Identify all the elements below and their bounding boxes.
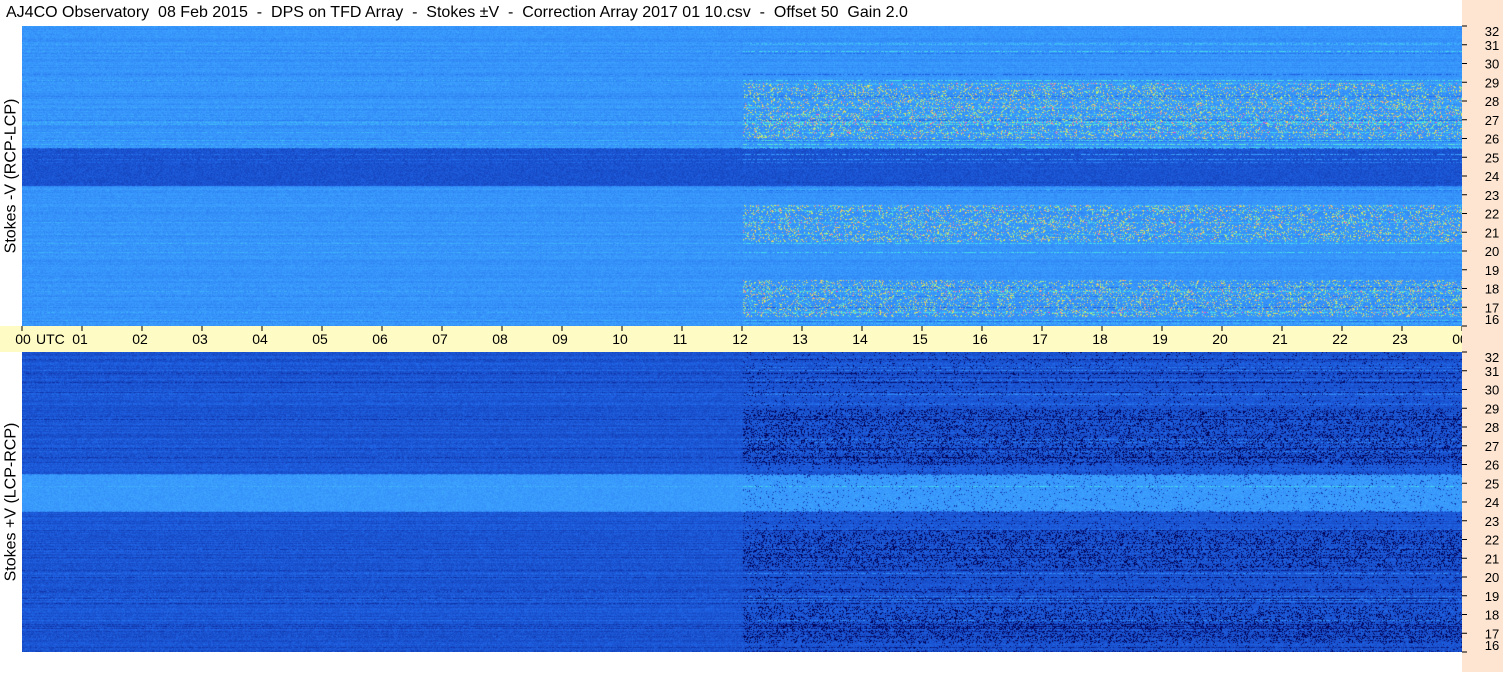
freq-tick-label: 24 [1485, 495, 1499, 510]
time-tick-label: 20 [1212, 331, 1228, 347]
time-tick-label: 04 [252, 331, 268, 347]
freq-tick-label: 17 [1485, 626, 1499, 641]
time-tick-label: 22 [1332, 331, 1348, 347]
freq-tick-label: 21 [1485, 225, 1499, 240]
freq-tick-label: 28 [1485, 94, 1499, 109]
time-tick-label: 15 [912, 331, 928, 347]
time-tick-label: 10 [612, 331, 628, 347]
freq-tick-label: 27 [1485, 113, 1499, 128]
spectrogram-stokes-minus-v [22, 26, 1462, 326]
freq-tick-label: 23 [1485, 188, 1499, 203]
time-tick-label: 12 [732, 331, 748, 347]
freq-tick-label: 19 [1485, 589, 1499, 604]
freq-tick-label: 21 [1485, 551, 1499, 566]
chart-title: AJ4CO Observatory 08 Feb 2015 - DPS on T… [6, 4, 908, 21]
freq-tick-label: 17 [1485, 300, 1499, 315]
freq-tick-label: 23 [1485, 514, 1499, 529]
freq-tick-label: 20 [1485, 244, 1499, 259]
y-axis-label-bottom-text: Stokes +V (LCP-RCP) [2, 422, 19, 582]
freq-tick-label: 27 [1485, 439, 1499, 454]
time-tick-label: 02 [132, 331, 148, 347]
frequency-axis-ticks: 1617181920212223242526272829303132161718… [1462, 24, 1499, 653]
time-axis: 00 01 02 03 04 05 06 07 08 09 10 11 12 13 14 15 16 17 18 19… [0, 326, 1503, 352]
freq-tick-label: 22 [1485, 533, 1499, 548]
time-tick-label: 00 [15, 331, 31, 347]
freq-tick-label: 20 [1485, 570, 1499, 585]
time-tick-label: 13 [792, 331, 808, 347]
freq-tick-label: 18 [1485, 282, 1499, 297]
freq-tick-label: 25 [1485, 476, 1499, 491]
time-tick-label: 23 [1392, 331, 1408, 347]
time-tick-label: 16 [972, 331, 988, 347]
freq-tick-label: 31 [1485, 38, 1499, 53]
time-tick-label: 03 [192, 331, 208, 347]
freq-tick-label: 28 [1485, 420, 1499, 435]
time-tick-label: 07 [432, 331, 448, 347]
freq-tick-label: 26 [1485, 132, 1499, 147]
frequency-axis: 16 17 18 19 20 21 22 23 24 25 26 27 28 29 30 31 32 16 17 18… [1462, 0, 1503, 672]
freq-tick-label: 18 [1485, 608, 1499, 623]
spectrogram-stokes-plus-v [22, 352, 1462, 652]
freq-tick-label: 26 [1485, 458, 1499, 473]
freq-tick-label: 31 [1485, 364, 1499, 379]
time-tick-label: 05 [312, 331, 328, 347]
freq-tick-label: 29 [1485, 401, 1499, 416]
time-tick-label: 08 [492, 331, 508, 347]
freq-tick-label: 30 [1485, 383, 1499, 398]
freq-tick-label: 32 [1485, 350, 1499, 365]
time-tick-label: 01 [72, 331, 88, 347]
freq-tick-label: 32 [1485, 24, 1499, 39]
freq-tick-label: 24 [1485, 169, 1499, 184]
freq-tick-label: 29 [1485, 75, 1499, 90]
y-axis-label-bottom: Stokes +V (LCP-RCP) [0, 352, 22, 652]
freq-tick-label: 25 [1485, 150, 1499, 165]
y-axis-label-top: Stokes -V (RCP-LCP) [0, 26, 22, 326]
time-tick-label: 09 [552, 331, 568, 347]
time-axis-ticks: 00 01 02 03 04 05 06 07 08 09 10 11 12 13 14 15 16 17 18 19… [15, 326, 1496, 347]
utc-unit-label: UTC [36, 331, 65, 347]
freq-tick-label: 30 [1485, 57, 1499, 72]
time-tick-label: 17 [1032, 331, 1048, 347]
freq-tick-label: 22 [1485, 207, 1499, 222]
time-tick-label: 19 [1152, 331, 1168, 347]
freq-tick-label: 19 [1485, 263, 1499, 278]
time-tick-label: 06 [372, 331, 388, 347]
y-axis-label-top-text: Stokes -V (RCP-LCP) [2, 98, 20, 254]
time-tick-label: 14 [852, 331, 868, 347]
time-tick-label: 18 [1092, 331, 1108, 347]
time-tick-label: 21 [1272, 331, 1288, 347]
time-tick-label: 11 [673, 331, 688, 347]
